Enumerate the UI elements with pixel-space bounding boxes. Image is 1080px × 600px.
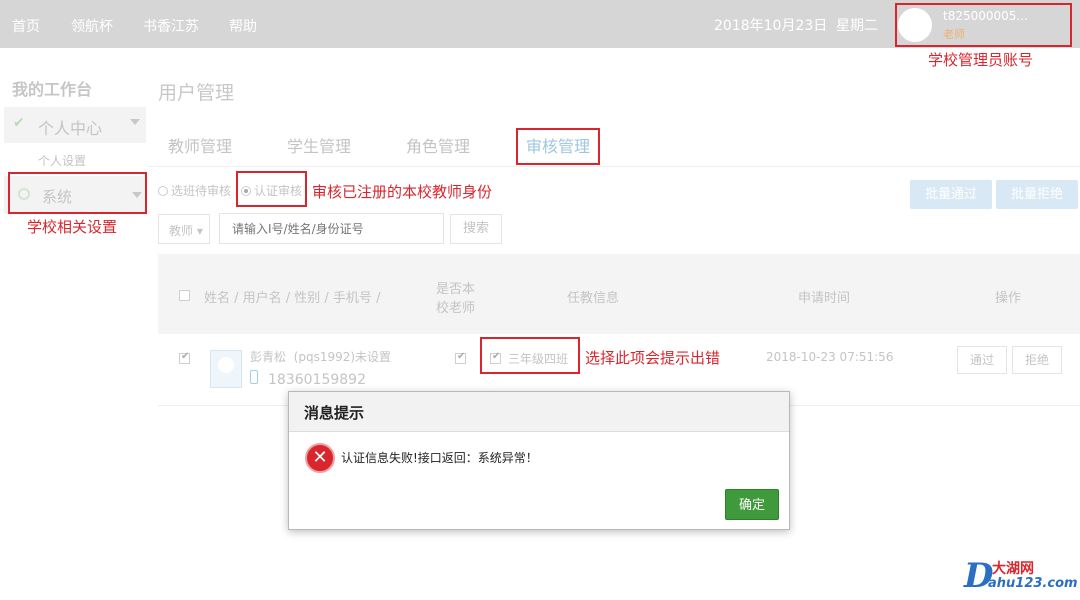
watermark-top: 大湖网 bbox=[992, 561, 1034, 577]
role-select[interactable]: 教师 ▾ bbox=[158, 214, 210, 244]
tab-role-management[interactable]: 角色管理 bbox=[406, 133, 470, 157]
teacher-name: 彭青松 bbox=[250, 350, 287, 364]
header-job-info: 任教信息 bbox=[567, 291, 620, 306]
annotation-audit: 审核已注册的本校教师身份 bbox=[312, 183, 493, 201]
reject-button[interactable]: 拒绝 bbox=[1012, 346, 1062, 374]
ok-button[interactable]: 确定 bbox=[725, 489, 779, 520]
apply-time: 2018-10-23 07:51:56 bbox=[766, 350, 894, 364]
row-checkbox[interactable] bbox=[179, 351, 190, 364]
sidebar-item-personal-settings[interactable]: 个人设置 bbox=[38, 152, 86, 169]
annotation-account: 学校管理员账号 bbox=[928, 51, 1034, 69]
annotation-box-cert-audit bbox=[236, 171, 307, 207]
pass-button[interactable]: 通过 bbox=[957, 346, 1007, 374]
tab-teacher-management[interactable]: 教师管理 bbox=[168, 133, 232, 157]
dialog-message: 认证信息失败!接口返回：系统异常！ bbox=[341, 451, 538, 465]
annotation-box-system bbox=[8, 172, 147, 214]
select-all-checkbox[interactable] bbox=[179, 290, 190, 301]
tab-student-management[interactable]: 学生管理 bbox=[287, 133, 351, 157]
phone-icon bbox=[250, 370, 258, 384]
annotation-box-audit-tab bbox=[516, 128, 600, 165]
header-action: 操作 bbox=[995, 291, 1022, 306]
radio-class-pending[interactable]: 选班待审核 bbox=[158, 182, 231, 199]
annotation-school-settings: 学校相关设置 bbox=[27, 218, 118, 236]
row-name: 彭青松 (pqs1992)未设置 bbox=[250, 348, 391, 365]
teacher-avatar bbox=[210, 350, 242, 388]
chevron-down-icon bbox=[130, 119, 140, 125]
sidebar-title: 我的工作台 bbox=[12, 80, 93, 99]
error-icon: ✕ bbox=[305, 443, 335, 473]
teacher-username-gender: (pqs1992)未设置 bbox=[293, 350, 392, 364]
radio-label: 选班待审核 bbox=[171, 184, 232, 198]
header-is-school-teacher-1: 是否本 bbox=[436, 282, 476, 297]
is-school-teacher-checkbox[interactable] bbox=[455, 351, 466, 364]
check-icon: ✔ bbox=[13, 115, 25, 131]
search-button[interactable]: 搜索 bbox=[450, 214, 502, 244]
header-is-school-teacher-2: 校老师 bbox=[436, 301, 476, 316]
header-apply-time: 申请时间 bbox=[798, 291, 851, 306]
message-dialog: 消息提示 ✕ 认证信息失败!接口返回：系统异常！ 确定 bbox=[288, 391, 790, 530]
radio-icon bbox=[158, 186, 168, 196]
role-select-value: 教师 bbox=[169, 224, 194, 238]
teacher-phone: 18360159892 bbox=[268, 372, 366, 388]
dialog-header: 消息提示 bbox=[289, 392, 789, 432]
search-input[interactable] bbox=[219, 213, 444, 244]
tab-divider bbox=[148, 166, 1080, 167]
batch-pass-button[interactable]: 批量通过 bbox=[910, 180, 992, 209]
header-name: 姓名 / 用户名 / 性别 / 手机号 / bbox=[204, 291, 381, 306]
annotation-class-error: 选择此项会提示出错 bbox=[585, 349, 721, 367]
nav-linghangbei[interactable]: 领航杯 bbox=[71, 16, 113, 36]
nav-help[interactable]: 帮助 bbox=[229, 16, 257, 36]
dialog-title: 消息提示 bbox=[304, 404, 365, 422]
sidebar-item-personal-center[interactable]: ✔ 个人中心 bbox=[4, 107, 146, 143]
annotation-box-account bbox=[895, 3, 1072, 47]
watermark-bottom: ahu123.com bbox=[988, 576, 1078, 591]
current-date: 2018年10月23日 bbox=[714, 18, 828, 34]
page-title: 用户管理 bbox=[158, 82, 235, 104]
nav-home[interactable]: 首页 bbox=[12, 16, 40, 36]
nav-shuxiang-jiangsu[interactable]: 书香江苏 bbox=[143, 16, 199, 36]
batch-reject-button[interactable]: 批量拒绝 bbox=[996, 180, 1078, 209]
sidebar-item-label: 个人中心 bbox=[38, 119, 103, 138]
current-weekday: 星期二 bbox=[836, 18, 878, 34]
annotation-box-class bbox=[480, 337, 580, 374]
